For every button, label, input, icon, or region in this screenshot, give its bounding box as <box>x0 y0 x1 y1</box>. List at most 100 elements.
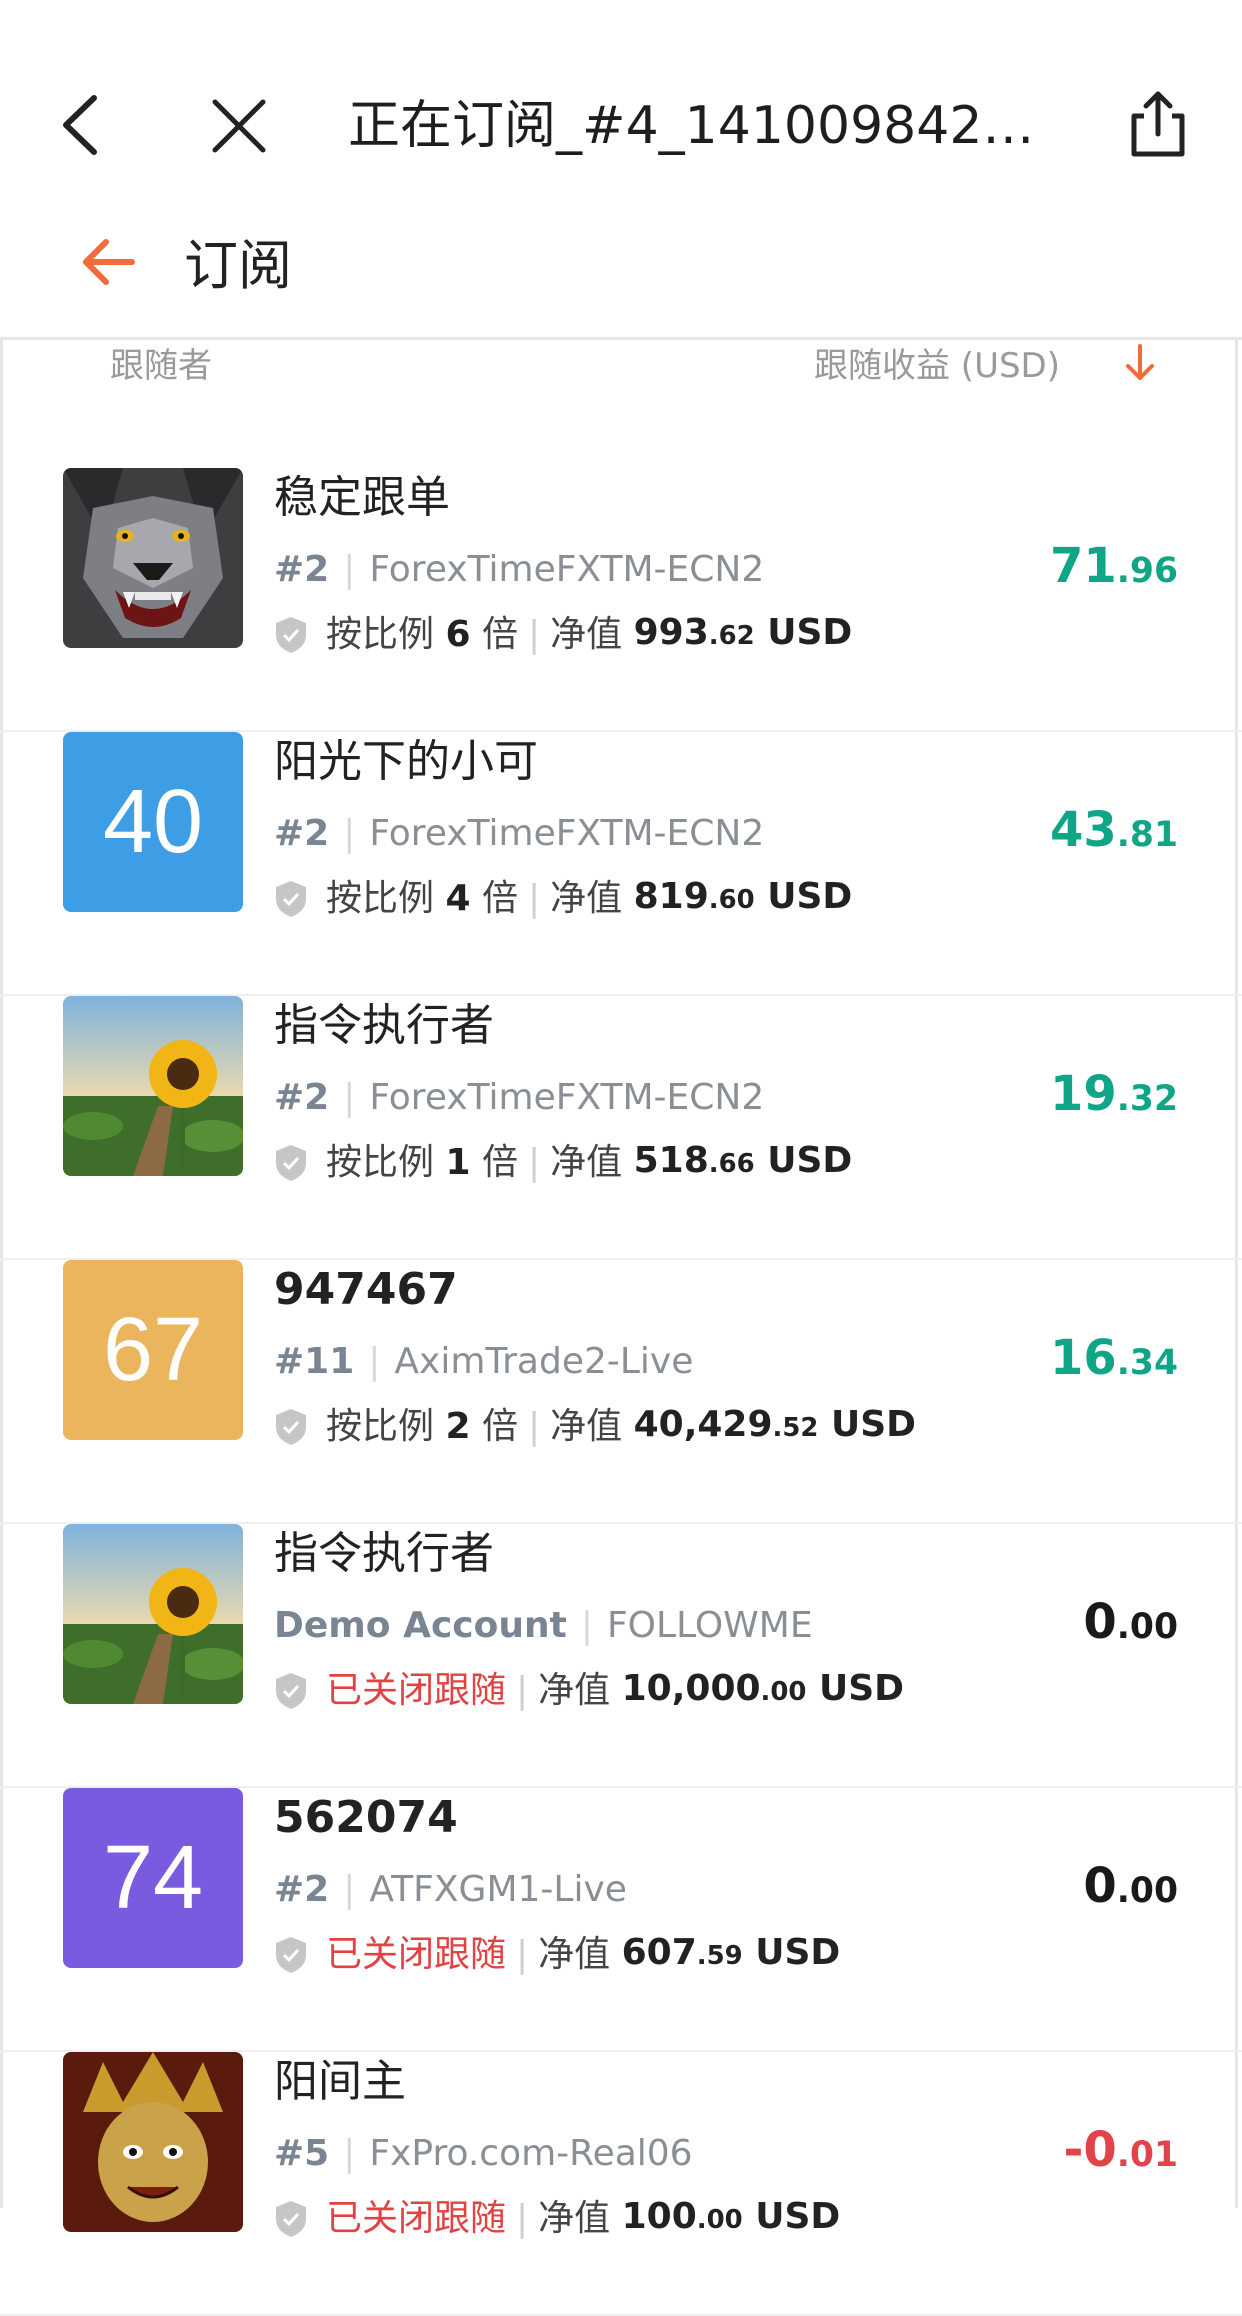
separator: | <box>516 1933 529 1975</box>
equity-value: 819.60 USD <box>634 872 853 925</box>
equity-decimal: .62 <box>708 621 755 651</box>
equity-label: 净值 <box>550 877 623 919</box>
profit-value: 0.00 <box>1083 1590 1178 1659</box>
equity-value: 10,000.00 USD <box>622 1664 904 1717</box>
separator: | <box>368 1341 381 1382</box>
equity-integer: 100 <box>621 2196 697 2237</box>
ratio-unit: 倍 <box>481 877 518 919</box>
list-item[interactable]: 67 947467 #11 | AximTrade2-Live 按比例 2 倍 | … <box>0 1260 1242 1524</box>
equity-integer: 40,429 <box>633 1404 773 1445</box>
follower-name: 阳光下的小可 <box>274 736 538 787</box>
equity-integer: 10,000 <box>621 1668 761 1709</box>
profit-integer: 0 <box>1083 1858 1117 1914</box>
list-item[interactable]: 阳间主 #5 | FxPro.com-Real06 已关闭跟随 | 净值 100.0… <box>0 2052 1242 2316</box>
server-name: ForexTimeFXTM-ECN2 <box>369 1077 765 1118</box>
account-number: #2 <box>274 1077 330 1118</box>
equity-value: 100.00 USD <box>622 2192 841 2245</box>
ratio-value: 2 <box>445 1405 471 1447</box>
status-label: 已关闭跟随 <box>326 1933 507 1975</box>
sort-down-icon[interactable] <box>1124 342 1156 384</box>
equity-label: 净值 <box>550 1141 623 1183</box>
list-item[interactable]: 40 阳光下的小可 #2 | ForexTimeFXTM-ECN2 按比例 4 倍 … <box>0 732 1242 996</box>
equity-label: 净值 <box>550 1405 623 1447</box>
equity-decimal: .52 <box>772 1413 819 1443</box>
server-name: ATFXGM1-Live <box>369 1869 627 1910</box>
separator: | <box>528 1405 541 1447</box>
avatar-wolf <box>63 468 243 648</box>
ratio-unit: 倍 <box>481 1141 518 1183</box>
follow-meta: 按比例 6 倍 | 净值 993.62 USD <box>274 608 852 661</box>
ratio-value: 6 <box>445 613 471 655</box>
avatar: 40 <box>63 732 243 912</box>
equity-integer: 607 <box>621 1932 697 1973</box>
equity-value: 40,429.52 USD <box>634 1400 916 1453</box>
server-name: ForexTimeFXTM-ECN2 <box>369 549 765 590</box>
separator: | <box>343 813 356 854</box>
equity-unit: USD <box>755 2196 841 2237</box>
separator: | <box>516 2197 529 2239</box>
equity-integer: 518 <box>633 1140 709 1181</box>
profit-integer: 0 <box>1083 1594 1117 1650</box>
ratio-label: 按比例 <box>326 1405 435 1447</box>
profit-value: 16.34 <box>1050 1326 1178 1395</box>
avatar: 67 <box>63 1260 243 1440</box>
equity-label: 净值 <box>550 613 623 655</box>
account-info: #5 | FxPro.com-Real06 <box>274 2130 693 2178</box>
equity-integer: 819 <box>633 876 709 917</box>
separator: | <box>528 877 541 919</box>
list-item[interactable]: 指令执行者 Demo Account | FOLLOWME 已关闭跟随 | 净值 1… <box>0 1524 1242 1788</box>
follower-name: 指令执行者 <box>274 1528 494 1579</box>
ratio-label: 按比例 <box>326 877 435 919</box>
separator: | <box>343 1077 356 1118</box>
shield-icon <box>276 616 306 653</box>
shield-icon <box>276 1936 306 1973</box>
back-icon[interactable] <box>50 88 114 162</box>
ratio-unit: 倍 <box>481 613 518 655</box>
equity-decimal: .00 <box>760 1677 807 1707</box>
account-number: #2 <box>274 549 330 590</box>
server-name: FxPro.com-Real06 <box>369 2133 693 2174</box>
follower-name: 阳间主 <box>274 2056 406 2107</box>
separator: | <box>343 1869 356 1910</box>
share-icon[interactable] <box>1124 88 1192 162</box>
equity-decimal: .00 <box>696 2205 743 2235</box>
profit-decimal: .81 <box>1116 815 1178 855</box>
column-header-profit[interactable]: 跟随收益 (USD) <box>814 338 1060 394</box>
close-icon[interactable] <box>205 92 273 160</box>
follower-name: 562074 <box>274 1792 458 1843</box>
section-title: 订阅 <box>184 234 292 297</box>
account-info: #11 | AximTrade2-Live <box>274 1338 693 1386</box>
equity-unit: USD <box>755 1932 841 1973</box>
equity-unit: USD <box>830 1404 917 1445</box>
avatar-deity <box>63 2052 243 2232</box>
profit-decimal: .01 <box>1116 2135 1178 2175</box>
equity-value: 993.62 USD <box>634 608 853 661</box>
server-name: AximTrade2-Live <box>394 1341 694 1382</box>
equity-decimal: .59 <box>696 1941 743 1971</box>
follow-meta: 按比例 1 倍 | 净值 518.66 USD <box>274 1136 852 1189</box>
profit-integer: -0 <box>1063 2122 1117 2178</box>
equity-unit: USD <box>767 612 853 653</box>
separator: | <box>343 549 356 590</box>
equity-value: 518.66 USD <box>634 1136 853 1189</box>
avatar-sunflower <box>63 996 243 1176</box>
avatar: 74 <box>63 1788 243 1968</box>
profit-integer: 43 <box>1050 802 1117 858</box>
follow-meta: 已关闭跟随 | 净值 10,000.00 USD <box>274 1664 904 1717</box>
profit-integer: 71 <box>1050 538 1117 594</box>
profit-decimal: .34 <box>1116 1343 1178 1383</box>
shield-icon <box>276 2200 306 2237</box>
list-item[interactable]: 指令执行者 #2 | ForexTimeFXTM-ECN2 按比例 1 倍 | 净值… <box>0 996 1242 1260</box>
shield-icon <box>276 1408 306 1445</box>
equity-label: 净值 <box>538 1669 611 1711</box>
profit-decimal: .32 <box>1116 1079 1178 1119</box>
arrow-left-icon[interactable] <box>80 232 136 292</box>
list-item[interactable]: 稳定跟单 #2 | ForexTimeFXTM-ECN2 按比例 6 倍 | 净值 … <box>0 468 1242 732</box>
page-title: 正在订阅_#4_141009842 -... <box>348 96 1048 156</box>
list-item[interactable]: 74 562074 #2 | ATFXGM1-Live 已关闭跟随 | 净值 607… <box>0 1788 1242 2052</box>
equity-decimal: .66 <box>708 1149 755 1179</box>
follower-name: 指令执行者 <box>274 1000 494 1051</box>
equity-label: 净值 <box>538 2197 611 2239</box>
account-info: #2 | ForexTimeFXTM-ECN2 <box>274 1074 764 1122</box>
separator: | <box>528 613 541 655</box>
